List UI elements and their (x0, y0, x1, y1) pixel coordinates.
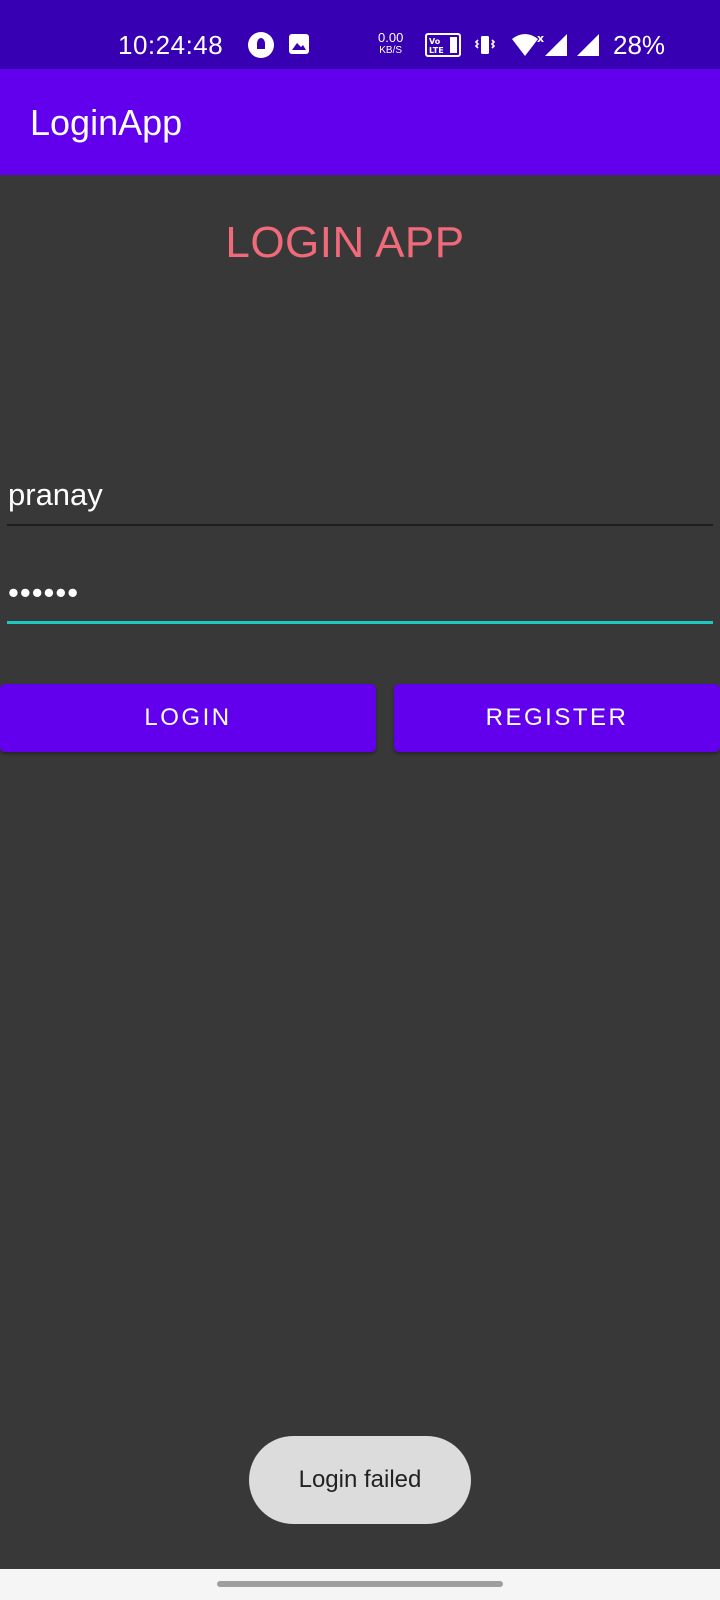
page-heading: LOGIN APP (225, 218, 465, 267)
battery-level: 28% (613, 30, 666, 60)
password-field[interactable] (7, 564, 713, 624)
signal-icon (543, 32, 569, 58)
login-button[interactable]: LOGIN (0, 684, 376, 752)
signal-icon (575, 32, 601, 58)
status-time: 10:24:48 (118, 30, 224, 60)
register-button[interactable]: REGISTER (394, 684, 720, 752)
home-gesture-handle[interactable] (217, 1581, 503, 1587)
screen: 10:24:48 0.00 KB/S Vo LTE x 28% LoginApp… (0, 0, 720, 1600)
app-notification-icon (248, 32, 274, 58)
vibrate-icon (473, 33, 497, 57)
navigation-bar (0, 1569, 720, 1600)
toast-message: Login failed (249, 1436, 471, 1524)
svg-text:Vo: Vo (429, 37, 441, 46)
volte-icon: Vo LTE (425, 33, 461, 57)
app-bar: LoginApp (0, 69, 720, 175)
wifi-icon: x (510, 32, 546, 58)
username-field[interactable] (7, 466, 713, 526)
net-speed-value: 0.00 (378, 30, 404, 45)
gallery-icon (288, 33, 310, 55)
app-title: LoginApp (30, 102, 183, 143)
svg-text:LTE: LTE (429, 46, 444, 55)
net-speed-unit: KB/S (379, 45, 403, 56)
net-speed-indicator: 0.00 KB/S (378, 31, 403, 57)
status-bar: 10:24:48 0.00 KB/S Vo LTE x 28% (0, 0, 720, 69)
